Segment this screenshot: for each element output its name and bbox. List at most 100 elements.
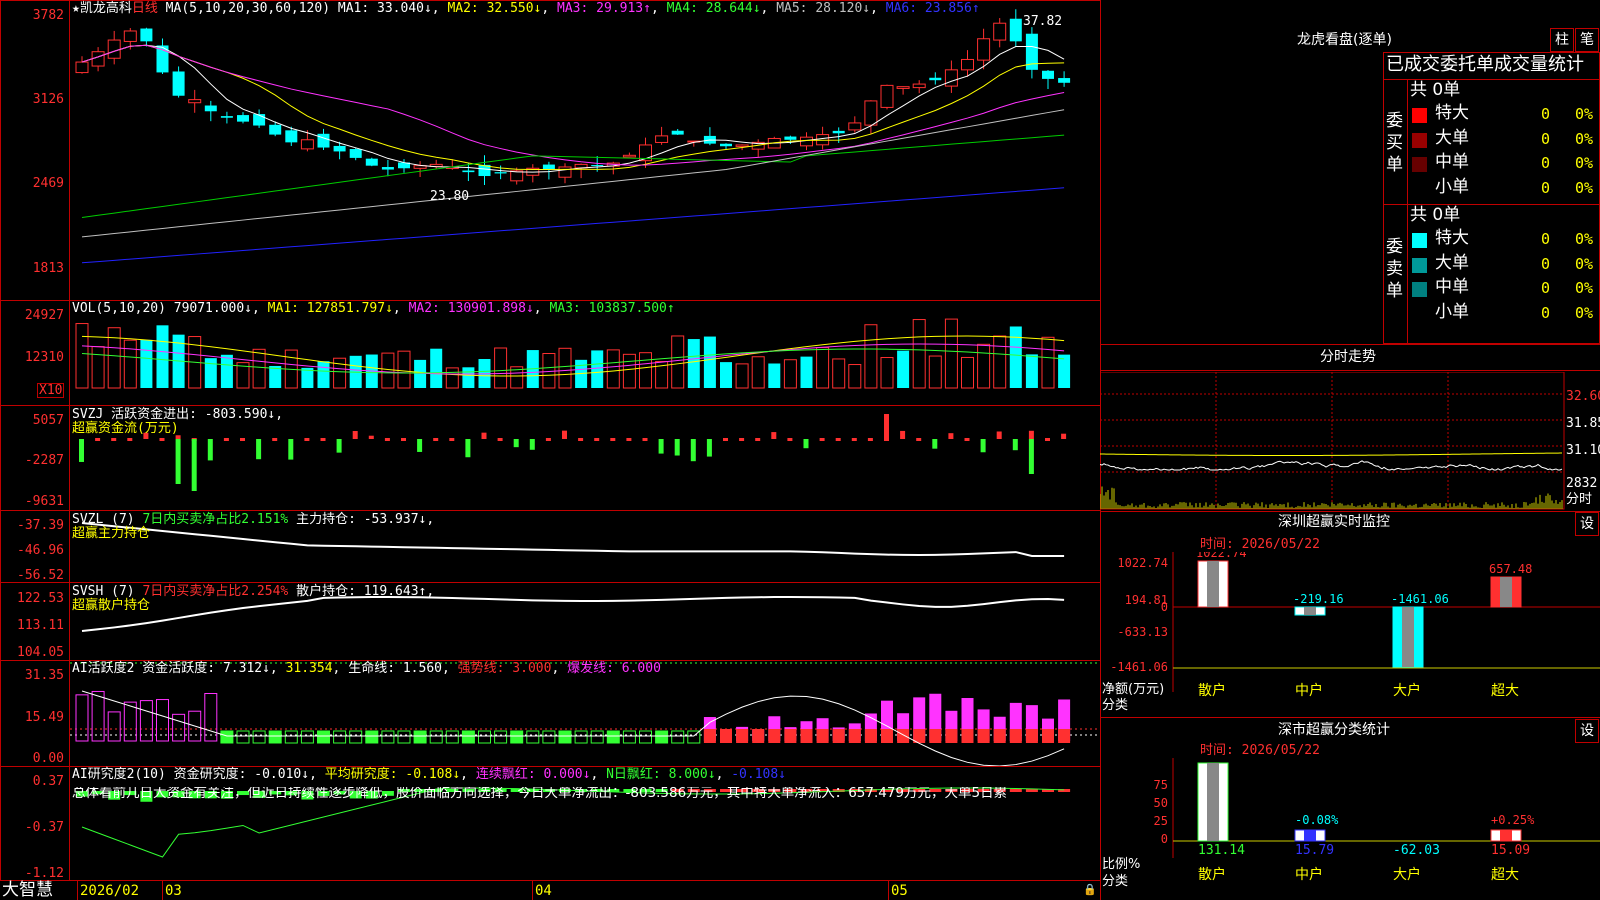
volume-bar — [687, 339, 700, 388]
ai-research-chart[interactable] — [70, 767, 1100, 880]
buy-group-label: 委买单 — [1386, 111, 1403, 175]
sz-classify-top-value: +0.25% — [1491, 813, 1535, 827]
vol-unit-label: X10 — [37, 383, 65, 398]
candle-up — [944, 69, 958, 87]
candle-up — [188, 99, 202, 104]
order-type-label: 中单 — [1435, 277, 1469, 297]
volume-bar — [220, 354, 233, 388]
ai-active-chart[interactable] — [70, 661, 1100, 766]
sz-classify-time: 时间: 2026/05/22 — [1200, 743, 1320, 758]
svzj-bar — [803, 439, 809, 449]
candle-up — [896, 86, 910, 89]
sz-classify-bar — [1500, 830, 1512, 841]
svsh-title: SVSH (7) — [72, 584, 135, 599]
volume-bar — [1025, 354, 1038, 388]
lock-icon[interactable]: 🔒 — [1083, 884, 1097, 895]
volume-bar — [542, 353, 556, 389]
y-label: 0.00 — [32, 751, 64, 766]
ai-active-bar — [574, 730, 588, 744]
settings-button[interactable]: 设 — [1575, 512, 1599, 536]
svzj-bar — [79, 439, 84, 462]
y-label: -1461.06 — [1110, 660, 1168, 674]
buy-total: 共 0单 — [1410, 80, 1461, 100]
svzj-bar — [578, 438, 584, 441]
svzj-bar — [610, 438, 616, 441]
svzj-bar — [626, 438, 632, 441]
ai-active-bar — [736, 729, 749, 743]
ma3-value: MA3: 29.913↑ — [557, 1, 651, 16]
sz-classify-chart[interactable]: 75 50 25 0 -0.08% +0.25% 131.14 15.79 -62.03 15.0… — [1100, 758, 1600, 900]
svzj-bar — [256, 439, 262, 460]
svzj-bar — [964, 438, 970, 441]
y-label: 25 — [1154, 814, 1168, 828]
order-type-swatch — [1412, 157, 1427, 172]
order-count: 0 — [1541, 254, 1551, 273]
volume-bar — [622, 353, 636, 389]
volume-bar — [91, 346, 105, 389]
ai-active-bar — [445, 730, 459, 744]
ai-active-bar — [1042, 729, 1054, 743]
sz-monitor-unit: 净额(万元) — [1102, 682, 1165, 697]
intraday-chart[interactable] — [1100, 372, 1600, 510]
candle-down — [784, 136, 797, 140]
order-type-swatch — [1412, 233, 1427, 248]
volume-bar — [381, 352, 395, 389]
ai-active-bar — [977, 729, 990, 743]
intraday-price-label: 31.85 — [1566, 416, 1600, 431]
sell-group-label: 委卖单 — [1386, 237, 1403, 301]
sz-monitor-value: 657.48 — [1489, 562, 1532, 576]
y-label: 24927 — [24, 308, 64, 323]
settings-button[interactable]: 设 — [1575, 719, 1599, 743]
sz-monitor-bar — [1402, 607, 1414, 667]
ai-active-bar — [75, 694, 89, 742]
candle-down — [172, 71, 185, 96]
order-pct: 0% — [1575, 303, 1594, 322]
order-type-label: 大单 — [1435, 127, 1469, 148]
svzj-bar — [835, 438, 841, 441]
order-type-swatch — [1412, 282, 1427, 297]
ai-active-bar — [317, 730, 330, 744]
volume-chart[interactable] — [70, 301, 1100, 405]
svzj-bar — [320, 438, 326, 441]
svzl-line — [81, 522, 1065, 557]
order-type-label: 大单 — [1435, 252, 1469, 273]
intraday-price-label: 32.60 — [1566, 389, 1600, 404]
order-count: 0 — [1541, 105, 1551, 123]
sz-classify-value: -62.03 — [1393, 843, 1440, 858]
volume-bar — [414, 359, 427, 388]
intraday-avg-line — [1100, 452, 1563, 456]
ai-active-burst: 爆发线: 6.000 — [567, 661, 661, 676]
ai-active-bar — [622, 730, 636, 744]
ai-active-bar — [107, 711, 121, 742]
period-label[interactable]: 日线 — [132, 1, 158, 16]
volume-bar — [269, 365, 282, 388]
candle-down — [140, 28, 153, 42]
sz-monitor-chart[interactable]: 1022.74194.810-633.13-1461.061022.74散户-2… — [1100, 552, 1600, 717]
svzj-bar — [723, 438, 728, 441]
ai-active-bar — [671, 730, 685, 744]
volume-bar — [720, 362, 732, 388]
ai-active-bar — [268, 730, 282, 744]
y-label: 12310 — [24, 350, 64, 365]
x-tick — [532, 881, 533, 900]
candle-up — [864, 100, 878, 126]
bar-mode-button[interactable]: 柱 — [1550, 28, 1574, 52]
svzj-bar — [384, 438, 390, 441]
divider — [1100, 717, 1600, 718]
y-label: 1813 — [32, 261, 64, 276]
pen-mode-button[interactable]: 笔 — [1575, 28, 1599, 52]
candlestick-chart[interactable] — [70, 0, 1100, 300]
svzj-bar — [513, 439, 519, 448]
y-label: 75 — [1154, 778, 1168, 792]
svzj-bar — [481, 432, 487, 439]
candle-up — [558, 166, 572, 178]
candle-down — [237, 115, 249, 122]
order-pct: 0% — [1575, 129, 1594, 148]
volume-bar — [445, 367, 459, 389]
svsh-subtitle: 超赢散户持仓 — [72, 598, 151, 613]
ai-active-title: AI活跃度2 资金活跃度: 7.312↓ — [72, 661, 270, 676]
ai-active-bar — [300, 730, 314, 744]
sz-monitor-axis: 分类 — [1102, 698, 1129, 713]
svsh-header: SVSH (7) 7日内买卖净占比2.254% 散户持仓: 119.643↑, — [72, 585, 434, 598]
volume-bar — [832, 358, 846, 389]
